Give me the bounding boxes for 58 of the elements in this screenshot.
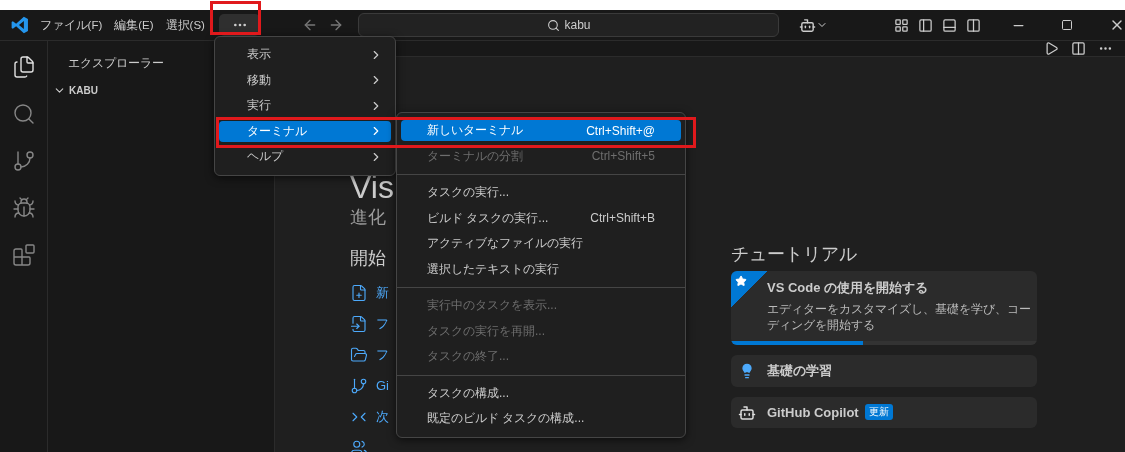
run-icon[interactable] (1044, 41, 1059, 56)
menu-item[interactable]: ビルド タスクの実行... Ctrl+Shift+B (401, 207, 681, 229)
shortcut-label: Ctrl+Shift+@ (586, 123, 655, 138)
start-link[interactable]: フ (376, 314, 389, 333)
card-title: VS Code の使用を開始する (767, 279, 929, 297)
menu-item[interactable]: タスクの構成... (401, 382, 681, 404)
menu-item[interactable]: 実行 (219, 95, 391, 117)
walkthrough-card[interactable]: GitHub Copilot 更新 (731, 397, 1037, 428)
menu-item[interactable]: ヘルプ (219, 146, 391, 168)
open-file-icon (350, 314, 368, 333)
menu-item[interactable]: アクティブなファイルの実行 (401, 233, 681, 255)
menu-bar-item[interactable]: ファイル(F) (33, 17, 109, 33)
start-link[interactable]: フ (376, 345, 389, 364)
menu-bar-item[interactable]: 編集(E) (108, 17, 160, 33)
shortcut-label: Ctrl+Shift+B (590, 211, 655, 226)
start-heading: 開始 (350, 247, 386, 269)
star-icon (735, 275, 747, 287)
menu-item[interactable]: 既定のビルド タスクの構成... (401, 408, 681, 430)
folder-name[interactable]: KABU (69, 85, 98, 96)
card-title: GitHub Copilot (767, 404, 859, 420)
card-title: 基礎の学習 (767, 362, 832, 380)
walkthroughs-heading: チュートリアル (731, 243, 857, 265)
search-field[interactable]: kabu (358, 13, 779, 37)
sidebar-toggle-icon[interactable] (918, 17, 933, 33)
update-badge: 更新 (864, 404, 893, 420)
start-link[interactable]: 新 (376, 283, 389, 302)
lightbulb-icon (739, 363, 755, 379)
maximize-icon[interactable] (1061, 19, 1073, 31)
layout-icon[interactable] (894, 17, 909, 33)
card-description: エディターをカスタマイズし、基礎を学び、コーディングを開始する (767, 302, 1031, 333)
menu-bar-item[interactable]: 選択(S) (159, 17, 211, 33)
search-icon (546, 18, 560, 32)
menu-item[interactable]: 表示 (219, 44, 391, 66)
welcome-subtitle: 進化 (350, 206, 386, 229)
sidebar-title: エクスプローラー (68, 55, 164, 72)
menu-item[interactable]: タスクの実行... (401, 182, 681, 204)
menu-item[interactable]: 選択したテキストの実行 (401, 258, 681, 280)
explorer-icon[interactable] (11, 55, 36, 79)
walkthrough-card[interactable]: VS Code の使用を開始する エディターをカスタマイズし、基礎を学び、コーディングを開始する (731, 271, 1037, 345)
walkthrough-card[interactable]: 基礎の学習 (731, 355, 1037, 387)
secondary-sidebar-icon[interactable] (966, 17, 981, 33)
open-folder-icon (350, 345, 368, 364)
menu-item[interactable]: 移動 (219, 69, 391, 91)
welcome-title: Vis (350, 171, 394, 203)
split-editor-icon[interactable] (1071, 41, 1086, 56)
menu-item[interactable]: ターミナル (219, 120, 391, 142)
app-logo-icon (10, 15, 30, 35)
menu-item[interactable]: 新しいターミナル Ctrl+Shift+@ (401, 120, 681, 142)
debug-icon[interactable] (11, 196, 36, 220)
extensions-icon[interactable] (11, 243, 36, 267)
search-icon[interactable] (11, 102, 36, 126)
source-control-icon[interactable] (11, 149, 36, 173)
panel-toggle-icon[interactable] (942, 17, 957, 33)
shortcut-label: Ctrl+Shift+5 (591, 149, 655, 164)
start-link[interactable]: 次 (376, 407, 389, 426)
new-file-icon (350, 283, 368, 302)
start-link[interactable]: Gi (376, 378, 389, 393)
git-icon (350, 376, 368, 395)
